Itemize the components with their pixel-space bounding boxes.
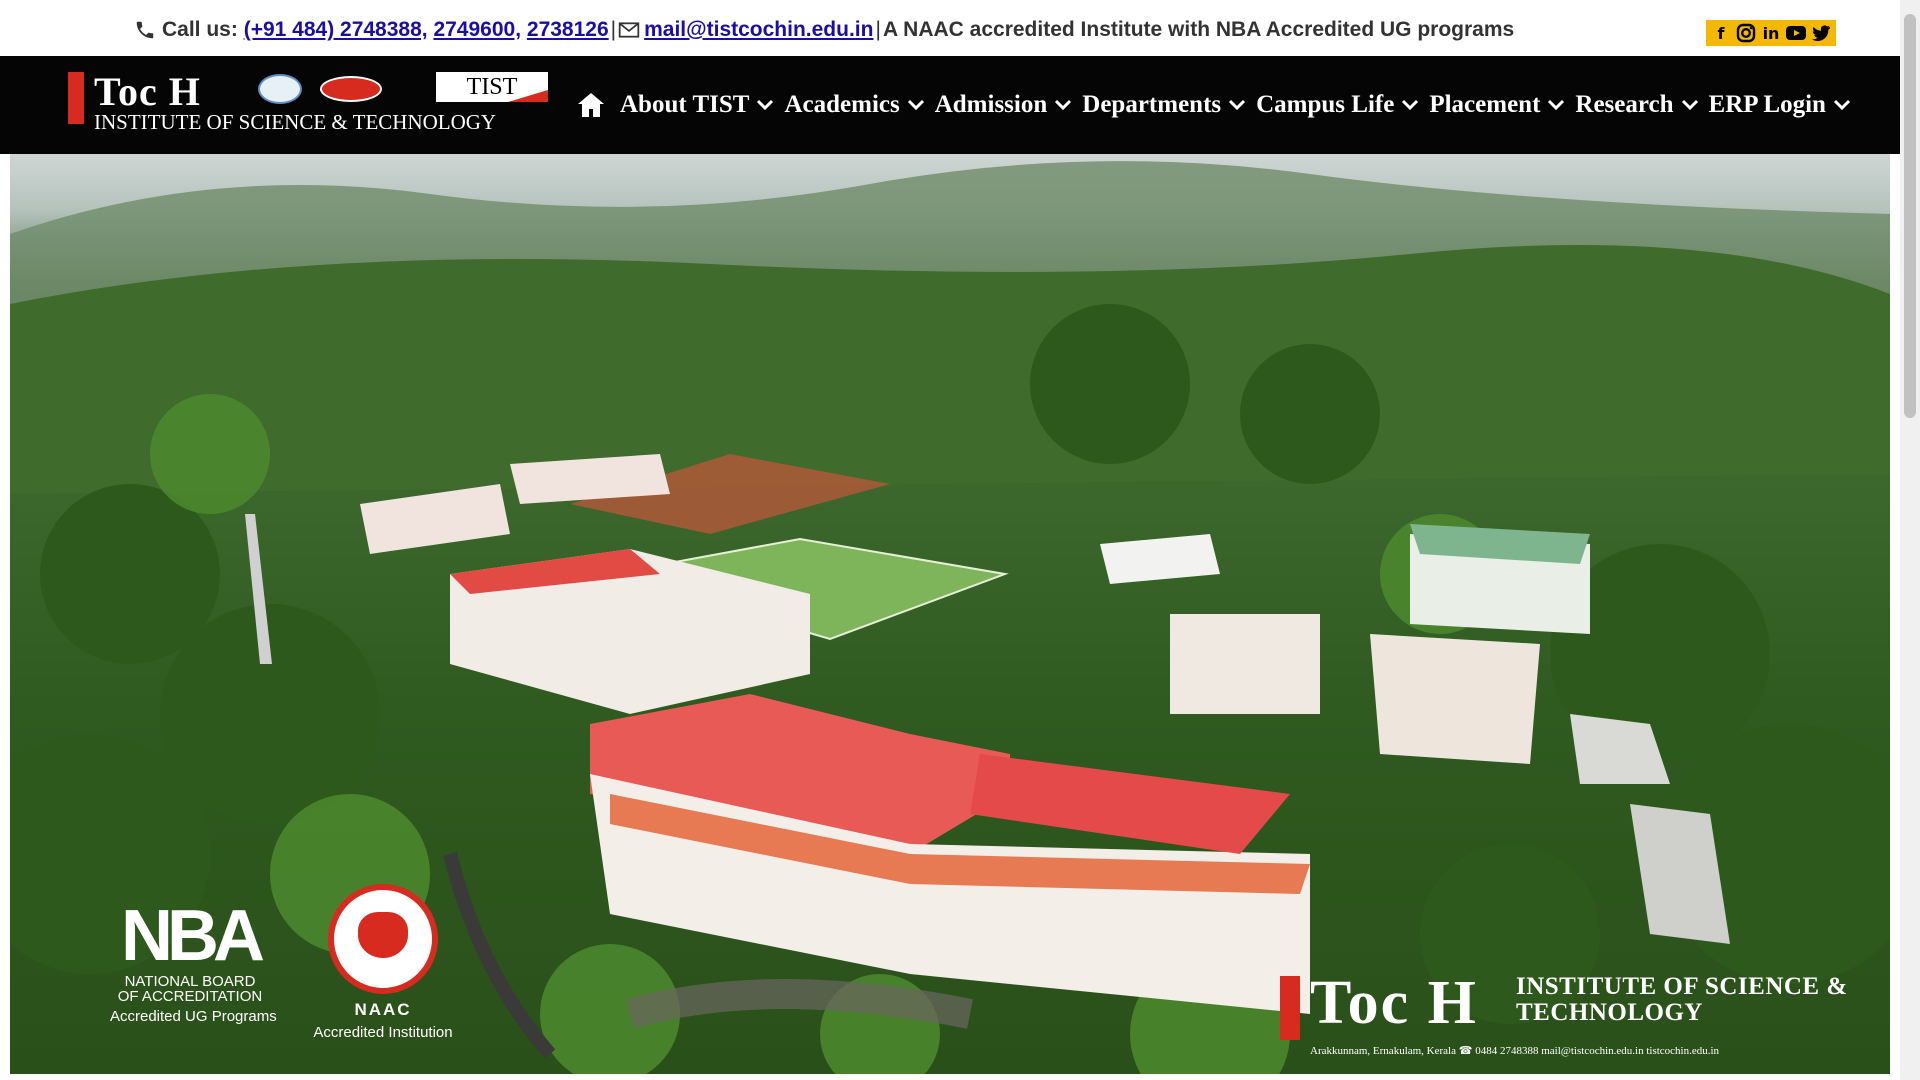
chevron-down-icon <box>1833 99 1850 111</box>
toch-watermark-logo: Toc H INSTITUTE OF SCIENCE & TECHNOLOGY … <box>1280 968 1870 1068</box>
naac-caption: Accredited Institution <box>313 1024 453 1041</box>
nav-item-label: Placement <box>1429 91 1541 118</box>
nav-item-label: Admission <box>934 91 1048 118</box>
nba-logo: NBA <box>121 896 265 976</box>
call-label: Call us: <box>162 18 238 41</box>
emblem-icon <box>320 76 382 102</box>
separator: | <box>875 18 881 41</box>
tagline: A NAAC accredited Institute with NBA Acc… <box>882 18 1515 41</box>
phone-link-1[interactable]: (+91 484) 2748388, <box>244 18 428 42</box>
chevron-down-icon <box>907 99 924 111</box>
watermark-line-2: TECHNOLOGY <box>1516 999 1703 1026</box>
hero-campus-aerial-image: NBA NATIONAL BOARD OF ACCREDITATION Accr… <box>10 154 1890 1074</box>
nba-line-2: OF ACCREDITATION <box>117 988 263 1005</box>
contact-info: Call us: (+91 484) 2748388, 2749600, 273… <box>134 18 1514 42</box>
chevron-down-icon <box>1229 99 1246 111</box>
campus-aerial-photo <box>10 161 1890 1074</box>
nav-item-admission[interactable]: Admission <box>935 91 1073 119</box>
facebook-icon[interactable]: f <box>1710 22 1732 44</box>
nba-accreditation-badge: NBA NATIONAL BOARD OF ACCREDITATION Accr… <box>110 896 277 1038</box>
logo-subtitle: INSTITUTE OF SCIENCE & TECHNOLOGY <box>94 110 497 134</box>
naac-accreditation-badge: NAAC Accredited Institution <box>308 884 458 1044</box>
chevron-down-icon <box>757 99 774 111</box>
phone-icon <box>136 21 154 39</box>
naac-seal-icon <box>328 884 438 994</box>
main-navigation: Toc H TIST INSTITUTE OF SCIENCE & TECHNO… <box>0 56 1900 154</box>
watermark-line-1: INSTITUTE OF SCIENCE & <box>1516 973 1848 1000</box>
separator: | <box>610 18 617 41</box>
scrollbar-thumb[interactable] <box>1904 14 1916 418</box>
site-logo[interactable]: Toc H TIST INSTITUTE OF SCIENCE & TECHNO… <box>68 69 550 142</box>
chevron-down-icon <box>1055 99 1072 111</box>
nav-item-label: About TIST <box>620 91 750 118</box>
page-scrollbar[interactable] <box>1900 0 1920 1080</box>
twitter-icon[interactable] <box>1810 22 1832 44</box>
watermark-red-bar <box>1280 976 1300 1040</box>
nav-item-label: Academics <box>784 91 900 118</box>
watermark-institute: INSTITUTE OF SCIENCE & TECHNOLOGY <box>1516 974 1848 1026</box>
social-links: f in <box>1706 20 1836 46</box>
emblem-icon <box>258 74 302 104</box>
logo-name: Toc H <box>94 69 201 114</box>
nav-menu: About TIST Academics Admission Departmen… <box>576 56 1861 154</box>
email-link[interactable]: mail@tistcochin.edu.in <box>644 18 873 42</box>
nba-line-1: NATIONAL BOARD <box>124 973 256 990</box>
nav-item-departments[interactable]: Departments <box>1082 91 1246 119</box>
nav-item-label: Research <box>1575 91 1674 118</box>
watermark-name: Toc H <box>1310 969 1478 1037</box>
logo-badge: TIST <box>436 72 548 102</box>
phone-link-2[interactable]: 2749600, <box>433 18 521 42</box>
linkedin-icon[interactable]: in <box>1760 22 1782 44</box>
phone-link-3[interactable]: 2738126 <box>527 18 609 42</box>
top-contact-bar: Call us: (+91 484) 2748388, 2749600, 273… <box>0 0 1900 56</box>
nav-item-academics[interactable]: Academics <box>784 91 924 119</box>
home-icon[interactable] <box>576 91 606 119</box>
nav-item-label: Campus Life <box>1256 91 1395 118</box>
naac-name: NAAC <box>354 1000 412 1019</box>
chevron-down-icon <box>1681 99 1698 111</box>
nav-item-campus-life[interactable]: Campus Life <box>1256 91 1419 119</box>
chevron-down-icon <box>1548 99 1565 111</box>
nav-item-erp-login[interactable]: ERP Login <box>1709 91 1851 119</box>
nav-item-label: ERP Login <box>1708 91 1826 118</box>
mail-icon <box>618 22 640 38</box>
instagram-icon[interactable] <box>1735 22 1757 44</box>
logo-red-bar <box>68 72 84 124</box>
nav-item-research[interactable]: Research <box>1575 91 1698 119</box>
watermark-footer: Arakkunnam, Ernakulam, Kerala ☎ 0484 274… <box>1310 1045 1720 1057</box>
nav-item-placement[interactable]: Placement <box>1429 91 1565 119</box>
nav-item-about-tist[interactable]: About TIST <box>620 91 774 119</box>
youtube-icon[interactable] <box>1785 22 1807 44</box>
chevron-down-icon <box>1402 99 1419 111</box>
nav-item-label: Departments <box>1082 91 1222 118</box>
nba-caption: Accredited UG Programs <box>110 1008 277 1025</box>
